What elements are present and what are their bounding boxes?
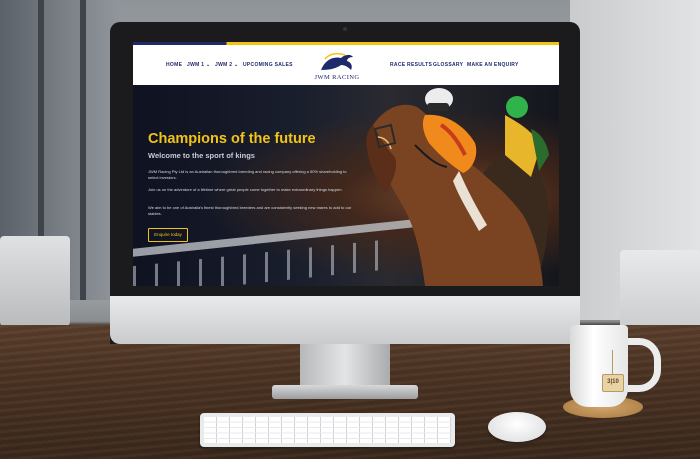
camera-dot xyxy=(343,27,347,31)
horse-logo-icon xyxy=(321,52,353,70)
nav-jwm2-label: JWM 2 xyxy=(215,62,233,68)
coffee-cup xyxy=(570,325,628,407)
site-navbar: HOME JWM 1 ⌄ JWM 2 ⌄ UPCOMING SALES JWM … xyxy=(133,45,559,85)
background-chair-left xyxy=(0,236,70,326)
nav-make-an-enquiry[interactable]: MAKE AN ENQUIRY xyxy=(467,62,519,68)
teabag-tag: 3|10 xyxy=(602,374,624,392)
enquire-today-button[interactable]: Enquire today xyxy=(148,228,188,242)
nav-glossary[interactable]: GLOSSARY xyxy=(433,62,463,68)
hero-paragraph: JWM Racing Pty Ltd is an Australian thor… xyxy=(148,169,347,180)
chevron-down-icon: ⌄ xyxy=(206,62,211,68)
hero-banner: Champions of the future Welcome to the s… xyxy=(133,85,559,286)
logo-text: JWM RACING xyxy=(314,74,360,81)
hero-title: Champions of the future xyxy=(148,131,316,147)
keyboard xyxy=(200,413,455,447)
teabag-string xyxy=(612,350,613,374)
imac-stand-foot xyxy=(272,385,418,399)
nav-home[interactable]: HOME xyxy=(166,62,182,68)
nav-race-results[interactable]: RACE RESULTS xyxy=(390,62,432,68)
hero-paragraph: We aim to be one of Australia's finest t… xyxy=(148,205,352,216)
hero-subtitle: Welcome to the sport of kings xyxy=(148,151,255,160)
racehorse-jockey-image xyxy=(366,88,549,286)
hero-paragraph: Join us on the adventure of a lifetime w… xyxy=(148,187,343,192)
mouse xyxy=(488,412,546,442)
imac-stand-neck xyxy=(300,344,390,390)
site-logo[interactable]: JWM RACING xyxy=(311,50,363,84)
website-screen: HOME JWM 1 ⌄ JWM 2 ⌄ UPCOMING SALES JWM … xyxy=(133,42,559,286)
nav-jwm1[interactable]: JWM 1 ⌄ xyxy=(187,62,211,68)
apple-logo-icon xyxy=(335,309,355,331)
nav-upcoming-sales[interactable]: UPCOMING SALES xyxy=(243,62,293,68)
nav-jwm1-label: JWM 1 xyxy=(187,62,205,68)
nav-jwm2[interactable]: JWM 2 ⌄ xyxy=(215,62,239,68)
chevron-down-icon: ⌄ xyxy=(234,62,239,68)
